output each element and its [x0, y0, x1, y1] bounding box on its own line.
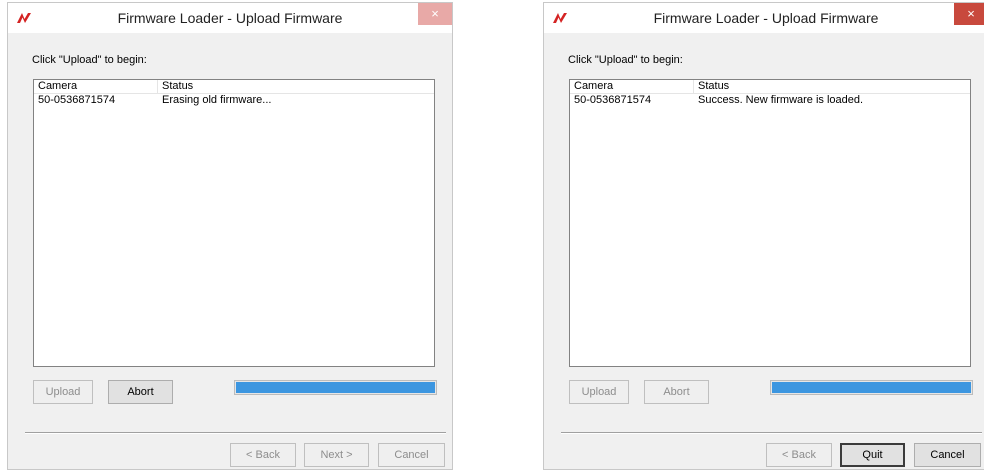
list-header: Camera Status [570, 80, 970, 94]
list-item[interactable]: 50-0536871574 Success. New firmware is l… [570, 94, 970, 107]
cancel-button[interactable]: Cancel [914, 443, 981, 467]
quit-button[interactable]: Quit [840, 443, 905, 467]
next-button[interactable]: Next > [304, 443, 369, 467]
progress-fill [236, 382, 435, 393]
camera-status: Erasing old firmware... [162, 94, 272, 106]
abort-button[interactable]: Abort [644, 380, 709, 404]
upload-progress-bar [234, 380, 437, 395]
cancel-button[interactable]: Cancel [378, 443, 445, 467]
firmware-loader-window-success: Firmware Loader - Upload Firmware × Clic… [543, 2, 984, 470]
firmware-loader-window-uploading: Firmware Loader - Upload Firmware × Clic… [7, 2, 453, 470]
upload-button[interactable]: Upload [33, 380, 93, 404]
separator [25, 432, 446, 434]
separator [561, 432, 982, 434]
camera-status: Success. New firmware is loaded. [698, 94, 864, 106]
list-header: Camera Status [34, 80, 434, 94]
column-header-status[interactable]: Status [694, 80, 970, 93]
progress-fill [772, 382, 971, 393]
close-icon[interactable]: × [418, 3, 452, 25]
title-bar: Firmware Loader - Upload Firmware × [544, 3, 984, 33]
column-header-camera[interactable]: Camera [570, 80, 694, 93]
camera-status-list[interactable]: Camera Status 50-0536871574 Success. New… [569, 79, 971, 367]
column-header-status[interactable]: Status [158, 80, 434, 93]
upload-progress-bar [770, 380, 973, 395]
close-icon[interactable]: × [954, 3, 984, 25]
back-button[interactable]: < Back [230, 443, 296, 467]
window-title: Firmware Loader - Upload Firmware [653, 10, 879, 26]
instruction-label: Click "Upload" to begin: [568, 54, 683, 66]
list-item[interactable]: 50-0536871574 Erasing old firmware... [34, 94, 434, 107]
upload-button[interactable]: Upload [569, 380, 629, 404]
instruction-label: Click "Upload" to begin: [32, 54, 147, 66]
window-title: Firmware Loader - Upload Firmware [117, 10, 343, 26]
back-button[interactable]: < Back [766, 443, 832, 467]
camera-status-list[interactable]: Camera Status 50-0536871574 Erasing old … [33, 79, 435, 367]
title-bar: Firmware Loader - Upload Firmware × [8, 3, 452, 33]
column-header-camera[interactable]: Camera [34, 80, 158, 93]
camera-serial: 50-0536871574 [574, 94, 652, 106]
camera-serial: 50-0536871574 [38, 94, 116, 106]
abort-button[interactable]: Abort [108, 380, 173, 404]
